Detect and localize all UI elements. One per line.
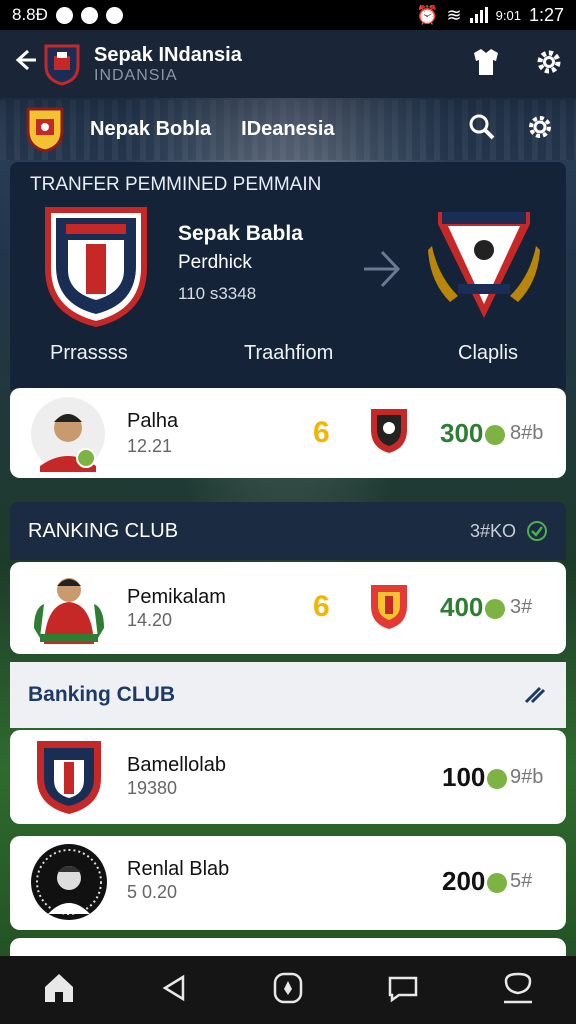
transfer-label-mid: Traahfiom [244,342,334,364]
jersey-icon[interactable] [472,47,500,82]
club-nav-bar: Nepak Bobla IDeanesia [0,98,576,160]
ranking-header: RANKING CLUB 3#KO [10,502,566,560]
transfer-label-left: Prrassss [50,342,128,364]
app-subtitle: INDANSIA [94,66,178,84]
row-points: 300 [440,418,506,449]
row-points-value: 300 [440,418,484,448]
check-icon[interactable] [526,520,548,542]
transfer-label-right: Claplis [458,342,519,364]
status-left-text: 8.8Ð [12,5,48,24]
row-points-value: 200 [442,866,486,896]
club-crest-right-icon [428,212,540,318]
notification-icon [55,6,73,24]
row-extra: 5# [510,870,533,892]
notification-icon-3 [105,6,123,24]
row-sub: 12.21 [127,436,173,456]
ranking-title: RANKING CLUB [28,519,179,542]
transfer-position: Perdhick [178,252,252,273]
row-points: 400 [440,592,506,623]
status-bar: 8.8Ð ⏰ ≋ 9:01 1:27 [0,0,576,30]
row-points: 100 [442,762,508,793]
row-name: Palha [127,410,179,432]
bottom-nav [0,956,576,1024]
list-item[interactable]: Bamellolab 19380 100 9#b [10,730,566,824]
gear-icon[interactable] [534,47,564,82]
compass-icon[interactable] [272,971,304,1010]
wifi-icon: ≋ [446,4,462,25]
row-sub: 14.20 [127,610,173,630]
row-sub: 19380 [127,778,178,798]
row-points: 200 [442,866,508,897]
app-bar: Sepak INdansia INDANSIA [0,30,576,98]
transfer-card: TRANFER PEMMINED PEMMAIN Sepak Babla Per… [10,162,566,390]
alarm-icon: ⏰ [416,4,439,25]
row-points-value: 400 [440,592,484,622]
home-icon[interactable] [42,971,76,1010]
nav-label-club[interactable]: Nepak Bobla [90,118,211,141]
transfer-header: TRANFER PEMMINED PEMMAIN [30,174,322,195]
list-item[interactable]: Palha 12.21 6 300 8#b [10,388,566,478]
transfer-club-name: Sepak Babla [178,222,303,245]
row-number: 6 [313,590,330,623]
app-title: Sepak INdansia [94,43,242,66]
coin-icon [487,873,508,894]
row-number: 6 [313,416,330,449]
row-extra: 8#b [510,422,544,444]
transfer-value: 110 s3348 [178,284,257,303]
coin-icon [485,425,506,446]
search-icon[interactable] [468,113,496,146]
notification-icon-2 [80,6,98,24]
signal-icon [469,7,488,23]
row-points-value: 100 [442,762,486,792]
club-crest-icon[interactable] [22,105,68,153]
club-crest-icon [37,741,101,814]
network-text: 9:01 [495,7,521,23]
row-name: Pemikalam [127,586,226,608]
club-crest-icon [371,585,407,629]
row-extra: 9#b [510,766,544,788]
transfer-arrow-icon [364,250,401,288]
club-crest-icon [371,409,407,453]
list-item[interactable]: Pemikalam 14.20 6 400 3# [10,562,566,654]
row-extra: 3# [510,596,533,618]
list-item[interactable]: Renlal Blab 5 0.20 200 5# [10,836,566,930]
back-nav-icon[interactable] [159,973,189,1008]
ranking-right-text: 3#KO [469,520,516,541]
row-name: Renlal Blab [127,858,230,880]
banking-section-header: Banking CLUB [10,662,566,728]
coin-icon [485,599,506,620]
row-name: Bamellolab [127,754,226,776]
profile-icon[interactable] [502,971,534,1010]
coin-icon [487,769,508,790]
banking-title: Banking CLUB [28,683,175,706]
club-crest-left-icon [45,207,147,328]
row-sub: 5 0.20 [127,882,178,902]
player-avatar [31,397,105,472]
club-crest-icon [44,44,80,86]
player-avatar [31,844,107,920]
clock: 1:27 [528,4,564,25]
chat-icon[interactable] [387,973,419,1008]
settings-icon[interactable] [526,113,554,146]
player-avatar [34,578,104,644]
nav-label-country[interactable]: IDeanesia [241,118,334,141]
back-arrow-icon[interactable] [12,47,38,81]
edit-icon[interactable] [522,680,548,711]
